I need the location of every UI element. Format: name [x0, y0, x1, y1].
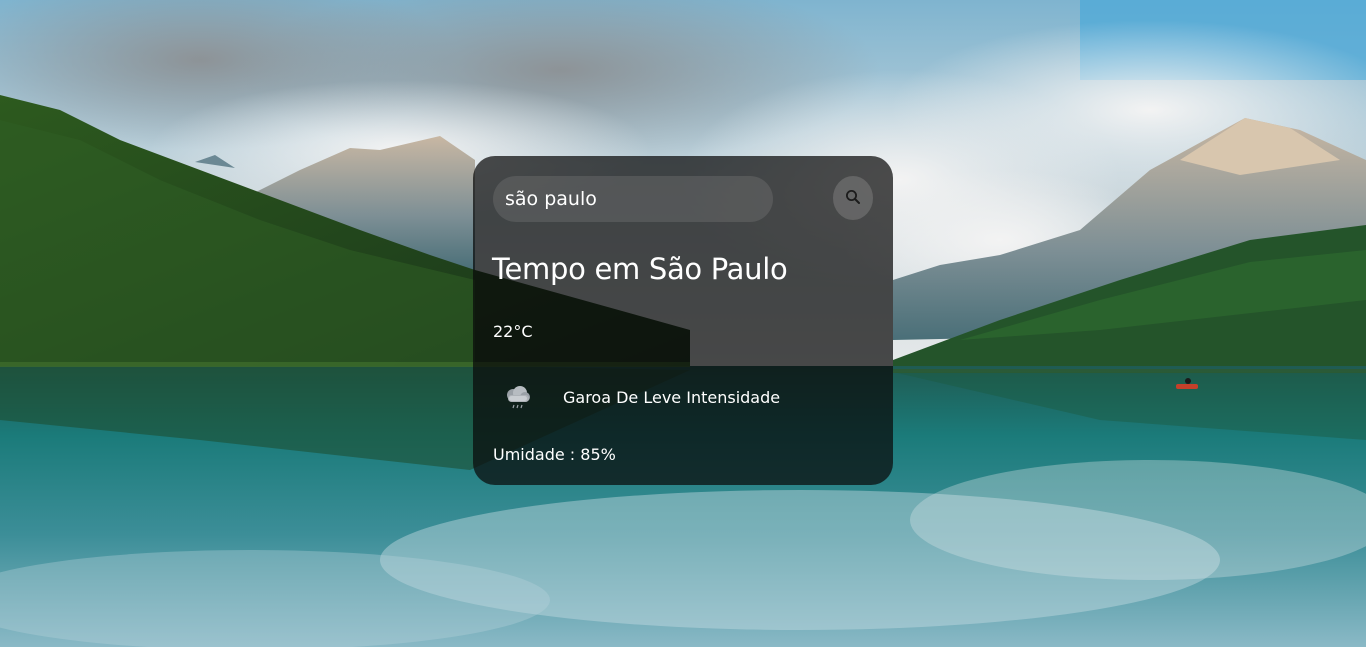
search-icon [845, 189, 861, 208]
humidity-row: Umidade : 85% [493, 445, 616, 464]
city-search-input[interactable] [493, 176, 773, 222]
search-bar [493, 176, 873, 222]
drizzle-cloud-icon [501, 383, 533, 413]
weather-description: Garoa De Leve Intensidade [563, 388, 781, 407]
weather-description-row: Garoa De Leve Intensidade [493, 380, 873, 416]
weather-card: Tempo em São Paulo 22°C Garoa De Leve In… [473, 156, 893, 485]
humidity-value: 85% [580, 445, 616, 464]
search-button[interactable] [833, 176, 873, 220]
city-weather-title: Tempo em São Paulo [492, 252, 788, 286]
humidity-label: Umidade [493, 445, 565, 464]
temperature-value: 22°C [493, 322, 533, 341]
humidity-separator: : [564, 445, 581, 464]
